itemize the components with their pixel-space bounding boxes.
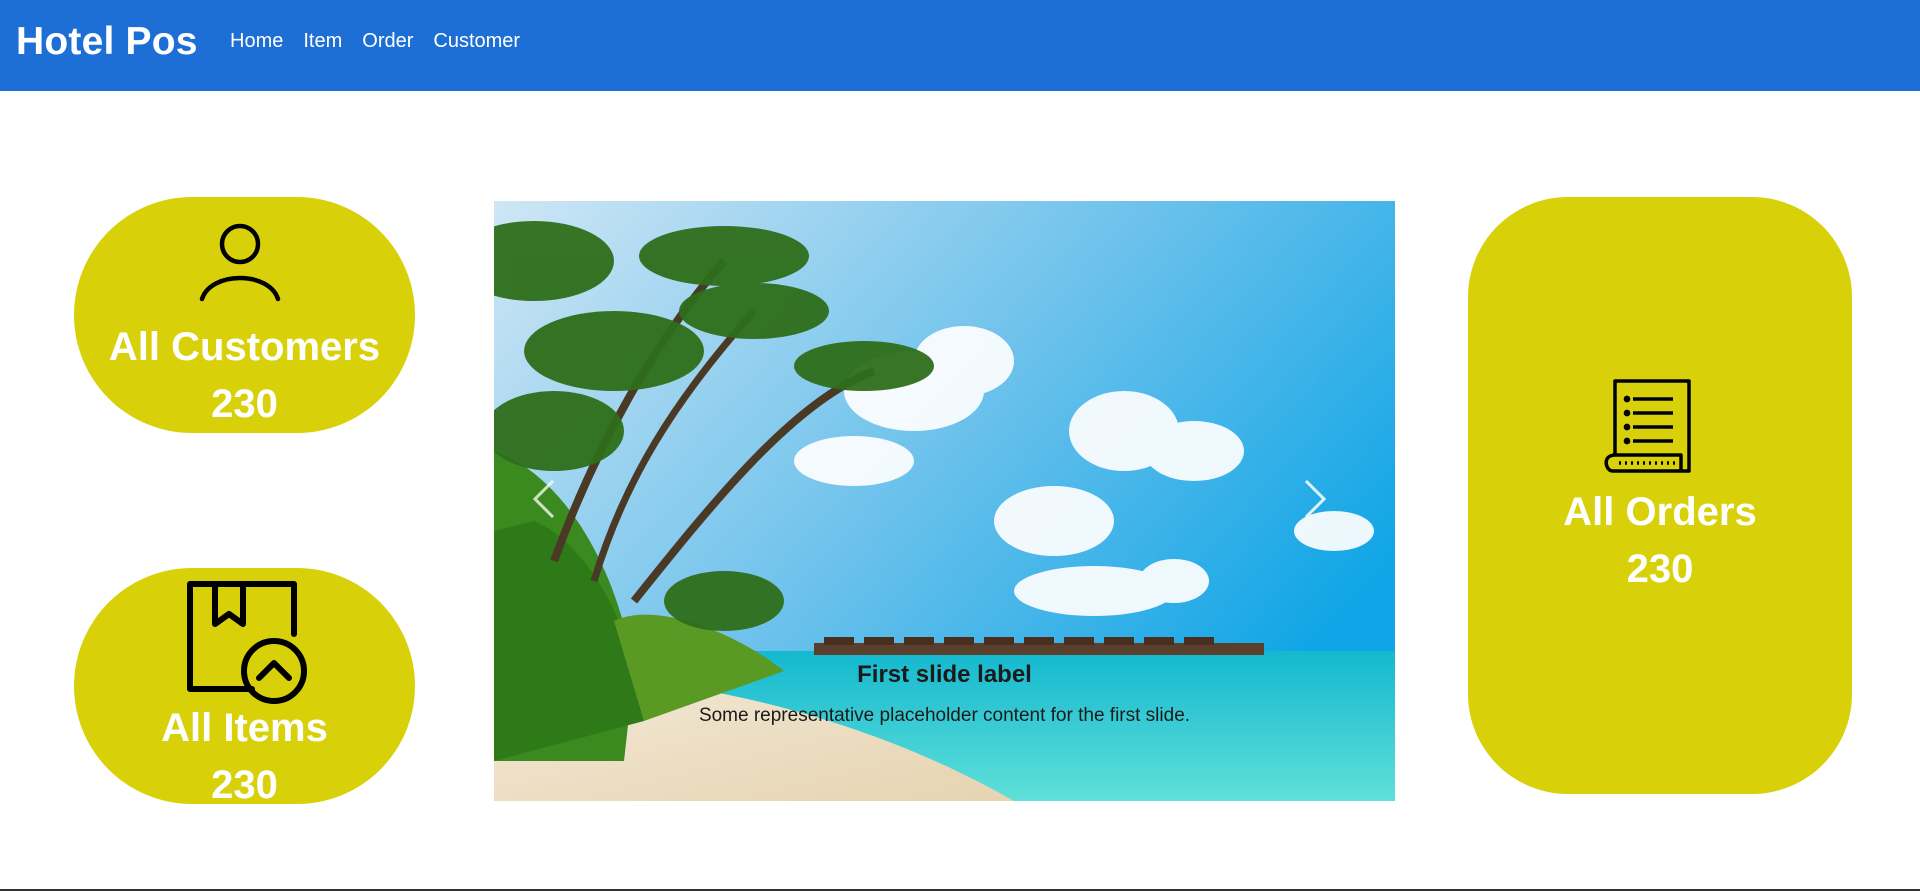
slide-caption: First slide label Some representative pl…	[494, 661, 1395, 727]
chevron-right-icon	[1302, 479, 1328, 524]
orders-card[interactable]: All Orders 230	[1468, 197, 1852, 794]
carousel-next-button[interactable]	[1285, 461, 1345, 541]
items-count: 230	[211, 763, 278, 807]
slide-text: Some representative placeholder content …	[698, 705, 1191, 726]
nav-link-order[interactable]: Order	[362, 30, 413, 53]
person-icon	[197, 219, 283, 310]
receipt-icon	[1603, 377, 1693, 482]
chevron-left-icon	[531, 479, 557, 524]
slide-title: First slide label	[857, 661, 1032, 688]
image-carousel[interactable]: First slide label Some representative pl…	[494, 201, 1395, 801]
customers-card[interactable]: All Customers 230	[74, 197, 415, 433]
items-title: All Items	[161, 706, 328, 750]
customers-count: 230	[211, 382, 278, 426]
nav-link-item[interactable]: Item	[303, 30, 342, 53]
brand-logo[interactable]: Hotel Pos	[16, 20, 198, 64]
nav-links: Home Item Order Customer	[230, 30, 520, 53]
package-icon	[182, 576, 312, 711]
nav-link-home[interactable]: Home	[230, 30, 283, 53]
orders-title: All Orders	[1563, 490, 1757, 534]
nav-link-customer[interactable]: Customer	[433, 30, 520, 53]
navbar: Hotel Pos Home Item Order Customer	[0, 0, 1920, 91]
orders-count: 230	[1626, 547, 1694, 591]
carousel-prev-button[interactable]	[514, 461, 574, 541]
customers-title: All Customers	[108, 325, 381, 369]
items-card[interactable]: All Items 230	[74, 568, 415, 807]
